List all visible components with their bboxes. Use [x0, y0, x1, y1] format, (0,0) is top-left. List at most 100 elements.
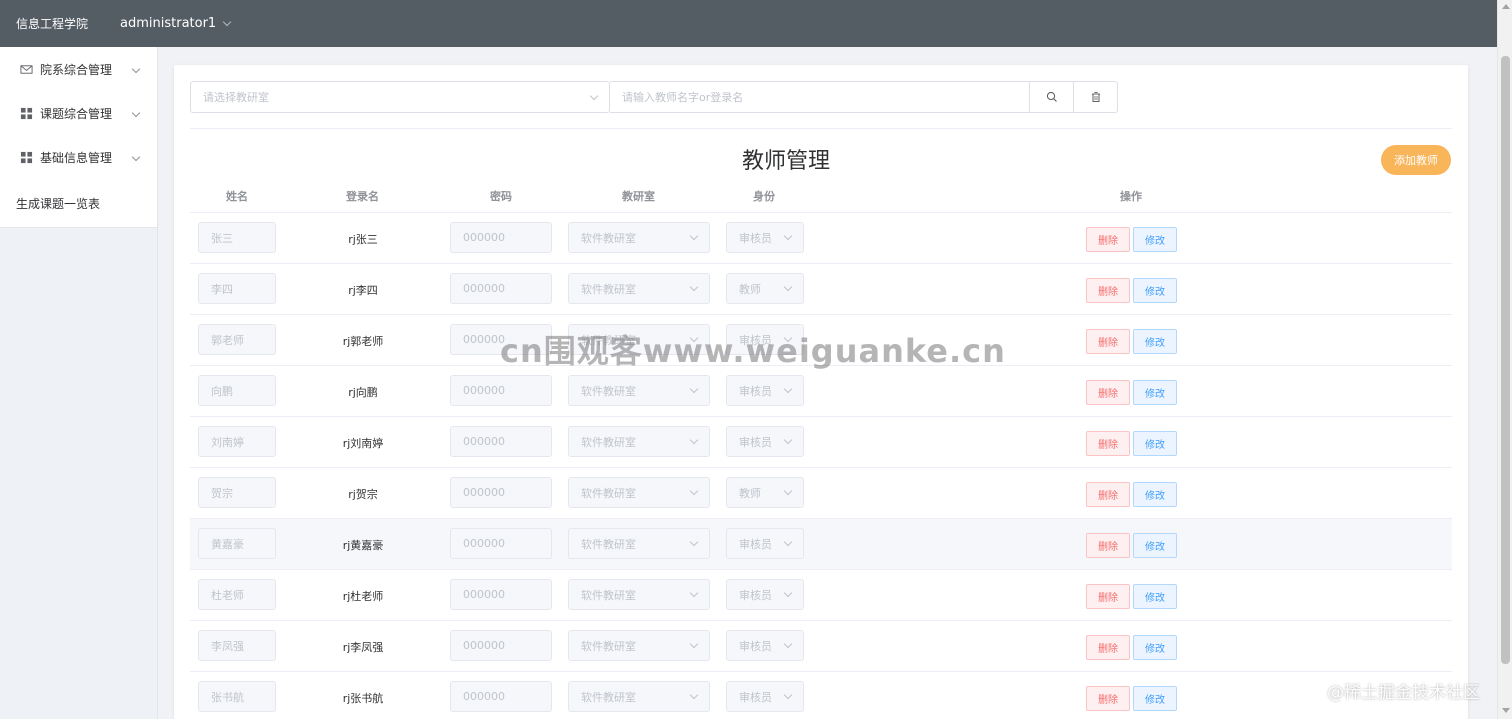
chevron-down-icon — [689, 435, 699, 445]
office-value: 软件教研室 — [581, 588, 636, 602]
office-select[interactable]: 软件教研室 — [568, 681, 710, 712]
role-value: 教师 — [739, 486, 761, 500]
name-value: 黄嘉豪 — [211, 537, 244, 551]
sidebar-item-label: 生成课题一览表 — [16, 196, 101, 211]
delete-button[interactable]: 删除 — [1086, 329, 1130, 354]
grid-icon — [20, 151, 33, 163]
role-select[interactable]: 审核员 — [726, 528, 804, 559]
role-select[interactable]: 审核员 — [726, 630, 804, 661]
office-select[interactable]: 软件教研室 — [568, 222, 710, 253]
search-button[interactable] — [1030, 81, 1074, 113]
office-value: 软件教研室 — [581, 282, 636, 296]
delete-button[interactable]: 删除 — [1086, 533, 1130, 558]
name-input[interactable]: 张三 — [198, 222, 276, 253]
delete-button[interactable]: 删除 — [1086, 686, 1130, 711]
chevron-down-icon — [783, 588, 793, 598]
office-value: 软件教研室 — [581, 537, 636, 551]
role-select[interactable]: 审核员 — [726, 222, 804, 253]
password-input[interactable]: 000000 — [450, 222, 552, 253]
name-input[interactable]: 黄嘉豪 — [198, 528, 276, 559]
edit-button[interactable]: 修改 — [1133, 584, 1177, 609]
office-value: 软件教研室 — [581, 384, 636, 398]
user-name: administrator1 — [120, 16, 217, 31]
password-input[interactable]: 000000 — [450, 375, 552, 406]
office-select[interactable]: 软件教研室 — [568, 375, 710, 406]
delete-button[interactable]: 删除 — [1086, 584, 1130, 609]
login-name: rj张书航 — [342, 692, 384, 705]
edit-button[interactable]: 修改 — [1133, 431, 1177, 456]
password-input[interactable]: 000000 — [450, 477, 552, 508]
scroll-down-icon[interactable] — [1502, 708, 1510, 713]
name-input[interactable]: 刘南婷 — [198, 426, 276, 457]
add-teacher-button[interactable]: 添加教师 — [1381, 145, 1451, 175]
password-input[interactable]: 000000 — [450, 273, 552, 304]
page-scrollbar[interactable] — [1497, 0, 1512, 719]
name-input[interactable]: 李凤强 — [198, 630, 276, 661]
delete-button[interactable]: 删除 — [1086, 380, 1130, 405]
password-input[interactable]: 000000 — [450, 681, 552, 712]
chevron-down-icon — [131, 64, 141, 74]
password-input[interactable]: 000000 — [450, 630, 552, 661]
sidebar-item-topics[interactable]: 课题综合管理 — [0, 91, 157, 135]
chevron-down-icon — [783, 537, 793, 547]
role-value: 审核员 — [739, 639, 772, 653]
role-select[interactable]: 教师 — [726, 477, 804, 508]
name-input[interactable]: 张书航 — [198, 681, 276, 712]
table-row: 黄嘉豪 rj黄嘉豪 000000 软件教研室 审核员 删除 修改 — [190, 519, 1452, 570]
table-row: 张书航 rj张书航 000000 软件教研室 审核员 删除 修改 — [190, 672, 1452, 719]
name-value: 贺宗 — [211, 486, 233, 500]
password-input[interactable]: 000000 — [450, 426, 552, 457]
chevron-down-icon — [783, 486, 793, 496]
password-value: 000000 — [463, 435, 505, 448]
chevron-down-icon — [783, 231, 793, 241]
edit-button[interactable]: 修改 — [1133, 227, 1177, 252]
office-select[interactable]: 请选择教研室 — [190, 81, 610, 113]
office-value: 软件教研室 — [581, 435, 636, 449]
role-select[interactable]: 审核员 — [726, 681, 804, 712]
office-select-placeholder: 请选择教研室 — [203, 91, 269, 104]
side-menu: 院系综合管理 课题综合管理 基础信息管理 生成课题一览表 — [0, 47, 157, 228]
office-select[interactable]: 软件教研室 — [568, 426, 710, 457]
edit-button[interactable]: 修改 — [1133, 635, 1177, 660]
delete-button[interactable]: 删除 — [1086, 635, 1130, 660]
office-select[interactable]: 软件教研室 — [568, 477, 710, 508]
office-select[interactable]: 软件教研室 — [568, 579, 710, 610]
edit-button[interactable]: 修改 — [1133, 329, 1177, 354]
password-input[interactable]: 000000 — [450, 579, 552, 610]
sidebar-item-topic-list[interactable]: 生成课题一览表 — [0, 179, 157, 227]
delete-button[interactable]: 删除 — [1086, 482, 1130, 507]
delete-button[interactable]: 删除 — [1086, 227, 1130, 252]
password-value: 000000 — [463, 639, 505, 652]
delete-button[interactable]: 删除 — [1086, 278, 1130, 303]
name-input[interactable]: 向鹏 — [198, 375, 276, 406]
login-name: rj向鹏 — [348, 386, 378, 399]
role-select[interactable]: 审核员 — [726, 375, 804, 406]
office-select[interactable]: 软件教研室 — [568, 528, 710, 559]
sidebar-item-basic-info[interactable]: 基础信息管理 — [0, 135, 157, 179]
office-value: 软件教研室 — [581, 231, 636, 245]
name-input[interactable]: 贺宗 — [198, 477, 276, 508]
clear-button[interactable] — [1074, 81, 1118, 113]
scroll-up-icon[interactable] — [1502, 4, 1510, 9]
name-input[interactable]: 李四 — [198, 273, 276, 304]
edit-button[interactable]: 修改 — [1133, 380, 1177, 405]
delete-button[interactable]: 删除 — [1086, 431, 1130, 456]
password-input[interactable]: 000000 — [450, 528, 552, 559]
sidebar-item-department[interactable]: 院系综合管理 — [0, 47, 157, 91]
edit-button[interactable]: 修改 — [1133, 482, 1177, 507]
role-select[interactable]: 审核员 — [726, 426, 804, 457]
name-input[interactable]: 郭老师 — [198, 324, 276, 355]
role-select[interactable]: 教师 — [726, 273, 804, 304]
edit-button[interactable]: 修改 — [1133, 533, 1177, 558]
teacher-search-input[interactable]: 请输入教师名字or登录名 — [610, 81, 1030, 113]
name-input[interactable]: 杜老师 — [198, 579, 276, 610]
edit-button[interactable]: 修改 — [1133, 686, 1177, 711]
role-select[interactable]: 审核员 — [726, 579, 804, 610]
office-select[interactable]: 软件教研室 — [568, 630, 710, 661]
scroll-thumb[interactable] — [1501, 56, 1510, 664]
name-value: 向鹏 — [211, 384, 233, 398]
user-menu[interactable]: administrator1 — [120, 16, 232, 31]
office-select[interactable]: 软件教研室 — [568, 273, 710, 304]
edit-button[interactable]: 修改 — [1133, 278, 1177, 303]
name-value: 杜老师 — [211, 588, 244, 602]
